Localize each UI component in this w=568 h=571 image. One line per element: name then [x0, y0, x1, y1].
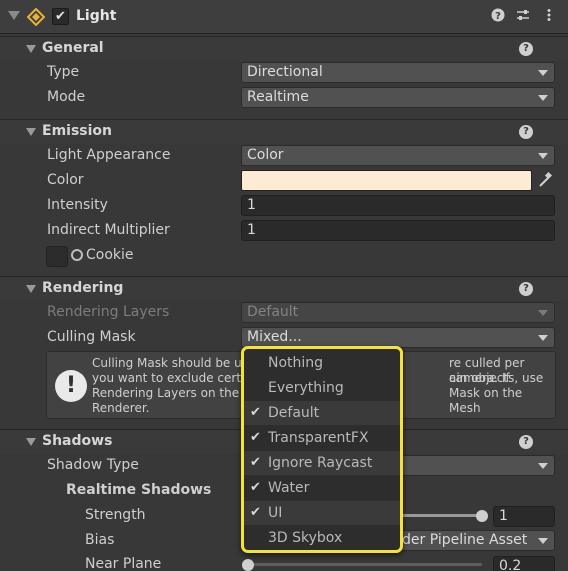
- light-appearance-dropdown[interactable]: Color: [241, 145, 555, 166]
- chevron-down-icon: [538, 310, 548, 316]
- shadow-type-label: Shadow Type: [47, 457, 139, 473]
- checkmark-icon: ✔: [250, 505, 261, 520]
- realtime-shadows-label: Realtime Shadows: [66, 482, 212, 498]
- bias-label: Bias: [85, 532, 115, 548]
- component-enabled-checkbox[interactable]: ✔: [52, 8, 69, 25]
- section-general[interactable]: General ?: [0, 36, 568, 61]
- intensity-label: Intensity: [47, 197, 108, 213]
- help-line: Mask on the Mesh: [449, 386, 523, 415]
- checkmark-icon: ✔: [250, 455, 261, 470]
- help-line: Rendering Layers on the: [92, 386, 240, 400]
- section-rendering[interactable]: Rendering ?: [0, 276, 568, 301]
- culling-mask-dropdown[interactable]: Mixed...: [241, 327, 555, 348]
- chevron-down-icon: [538, 95, 548, 101]
- svg-text:?: ?: [495, 11, 501, 22]
- section-general-title: General: [42, 40, 104, 56]
- chevron-down-icon: [538, 335, 548, 341]
- popup-item-3d-skybox[interactable]: 3D Skybox: [244, 526, 400, 550]
- help-line: you want to exclude cert: [92, 371, 242, 385]
- strength-label: Strength: [85, 507, 146, 523]
- help-line: ain objects, use: [449, 371, 544, 385]
- chevron-down-icon: [538, 538, 548, 544]
- popup-item-nothing[interactable]: Nothing: [244, 351, 400, 375]
- chevron-down-icon: [538, 70, 548, 76]
- near-plane-slider-handle[interactable]: [242, 559, 254, 571]
- menu-icon[interactable]: [541, 8, 557, 24]
- component-header: ✔ Light ?: [0, 0, 568, 34]
- section-emission-title: Emission: [42, 123, 112, 139]
- mode-label: Mode: [47, 89, 86, 105]
- checkmark-icon: ✔: [250, 480, 261, 495]
- popup-item-ignore-raycast[interactable]: ✔ Ignore Raycast: [244, 451, 400, 475]
- mode-dropdown[interactable]: Realtime: [241, 87, 555, 108]
- chevron-down-icon: [26, 438, 36, 446]
- color-label: Color: [47, 172, 84, 188]
- help-icon[interactable]: ?: [519, 282, 533, 296]
- component-foldout-arrow[interactable]: [8, 11, 20, 20]
- popup-item-label: Default: [268, 405, 320, 421]
- indirect-multiplier-label: Indirect Multiplier: [47, 222, 170, 238]
- type-dropdown[interactable]: Directional: [241, 62, 555, 83]
- object-picker-icon[interactable]: [71, 249, 83, 261]
- near-plane-slider-track[interactable]: [248, 563, 482, 566]
- help-line: Culling Mask should be u: [92, 356, 242, 370]
- popup-item-everything[interactable]: Everything: [244, 376, 400, 400]
- component-title: Light: [76, 8, 117, 24]
- popup-item-label: Everything: [268, 380, 344, 396]
- light-icon: [27, 8, 45, 26]
- help-icon[interactable]: ?: [519, 42, 533, 56]
- light-appearance-label: Light Appearance: [47, 147, 171, 163]
- section-emission[interactable]: Emission ?: [0, 119, 568, 144]
- cookie-label: Cookie: [86, 247, 134, 263]
- help-icon[interactable]: ?: [490, 8, 506, 24]
- popup-item-label: TransparentFX: [268, 430, 369, 446]
- color-field[interactable]: [241, 170, 532, 191]
- culling-mask-popup: Nothing Everything ✔ Default ✔ Transparent…: [241, 346, 403, 553]
- chevron-down-icon: [26, 285, 36, 293]
- mode-value: Realtime: [247, 89, 309, 105]
- popup-item-default[interactable]: ✔ Default: [244, 401, 400, 425]
- popup-item-ui[interactable]: ✔ UI: [244, 501, 400, 525]
- popup-item-label: Ignore Raycast: [268, 455, 373, 471]
- chevron-down-icon: [538, 463, 548, 469]
- rendering-layers-value: Default: [247, 304, 299, 320]
- near-plane-label: Near Plane: [85, 556, 162, 571]
- bias-value: der Pipeline Asset: [402, 532, 528, 548]
- chevron-down-icon: [26, 128, 36, 136]
- intensity-field[interactable]: 1: [241, 195, 555, 216]
- popup-item-label: UI: [268, 505, 283, 521]
- preset-icon[interactable]: [515, 8, 531, 24]
- rendering-layers-label: Rendering Layers: [47, 304, 170, 320]
- checkmark-icon: ✔: [250, 430, 261, 445]
- chevron-down-icon: [538, 153, 548, 159]
- section-shadows-title: Shadows: [42, 433, 113, 449]
- rendering-layers-dropdown: Default: [241, 302, 555, 323]
- type-value: Directional: [247, 64, 323, 80]
- popup-item-water[interactable]: ✔ Water: [244, 476, 400, 500]
- cookie-object-field[interactable]: [46, 246, 68, 267]
- popup-item-label: 3D Skybox: [268, 530, 343, 546]
- help-line: Renderer.: [92, 401, 150, 415]
- near-plane-field[interactable]: 0.2: [493, 556, 555, 571]
- popup-item-label: Nothing: [268, 355, 324, 371]
- strength-slider-handle[interactable]: [476, 510, 488, 522]
- help-icon[interactable]: ?: [519, 435, 533, 449]
- chevron-down-icon: [26, 45, 36, 53]
- popup-item-label: Water: [268, 480, 310, 496]
- culling-mask-value: Mixed...: [247, 329, 302, 345]
- type-label: Type: [47, 64, 80, 80]
- warning-icon: !: [55, 370, 87, 402]
- indirect-multiplier-field[interactable]: 1: [241, 220, 555, 241]
- help-icon[interactable]: ?: [519, 125, 533, 139]
- strength-field[interactable]: 1: [493, 506, 555, 527]
- light-appearance-value: Color: [247, 147, 284, 163]
- eyedropper-icon[interactable]: [536, 170, 554, 190]
- popup-item-transparentfx[interactable]: ✔ TransparentFX: [244, 426, 400, 450]
- culling-mask-label: Culling Mask: [47, 329, 136, 345]
- section-rendering-title: Rendering: [42, 280, 124, 296]
- checkmark-icon: ✔: [250, 405, 261, 420]
